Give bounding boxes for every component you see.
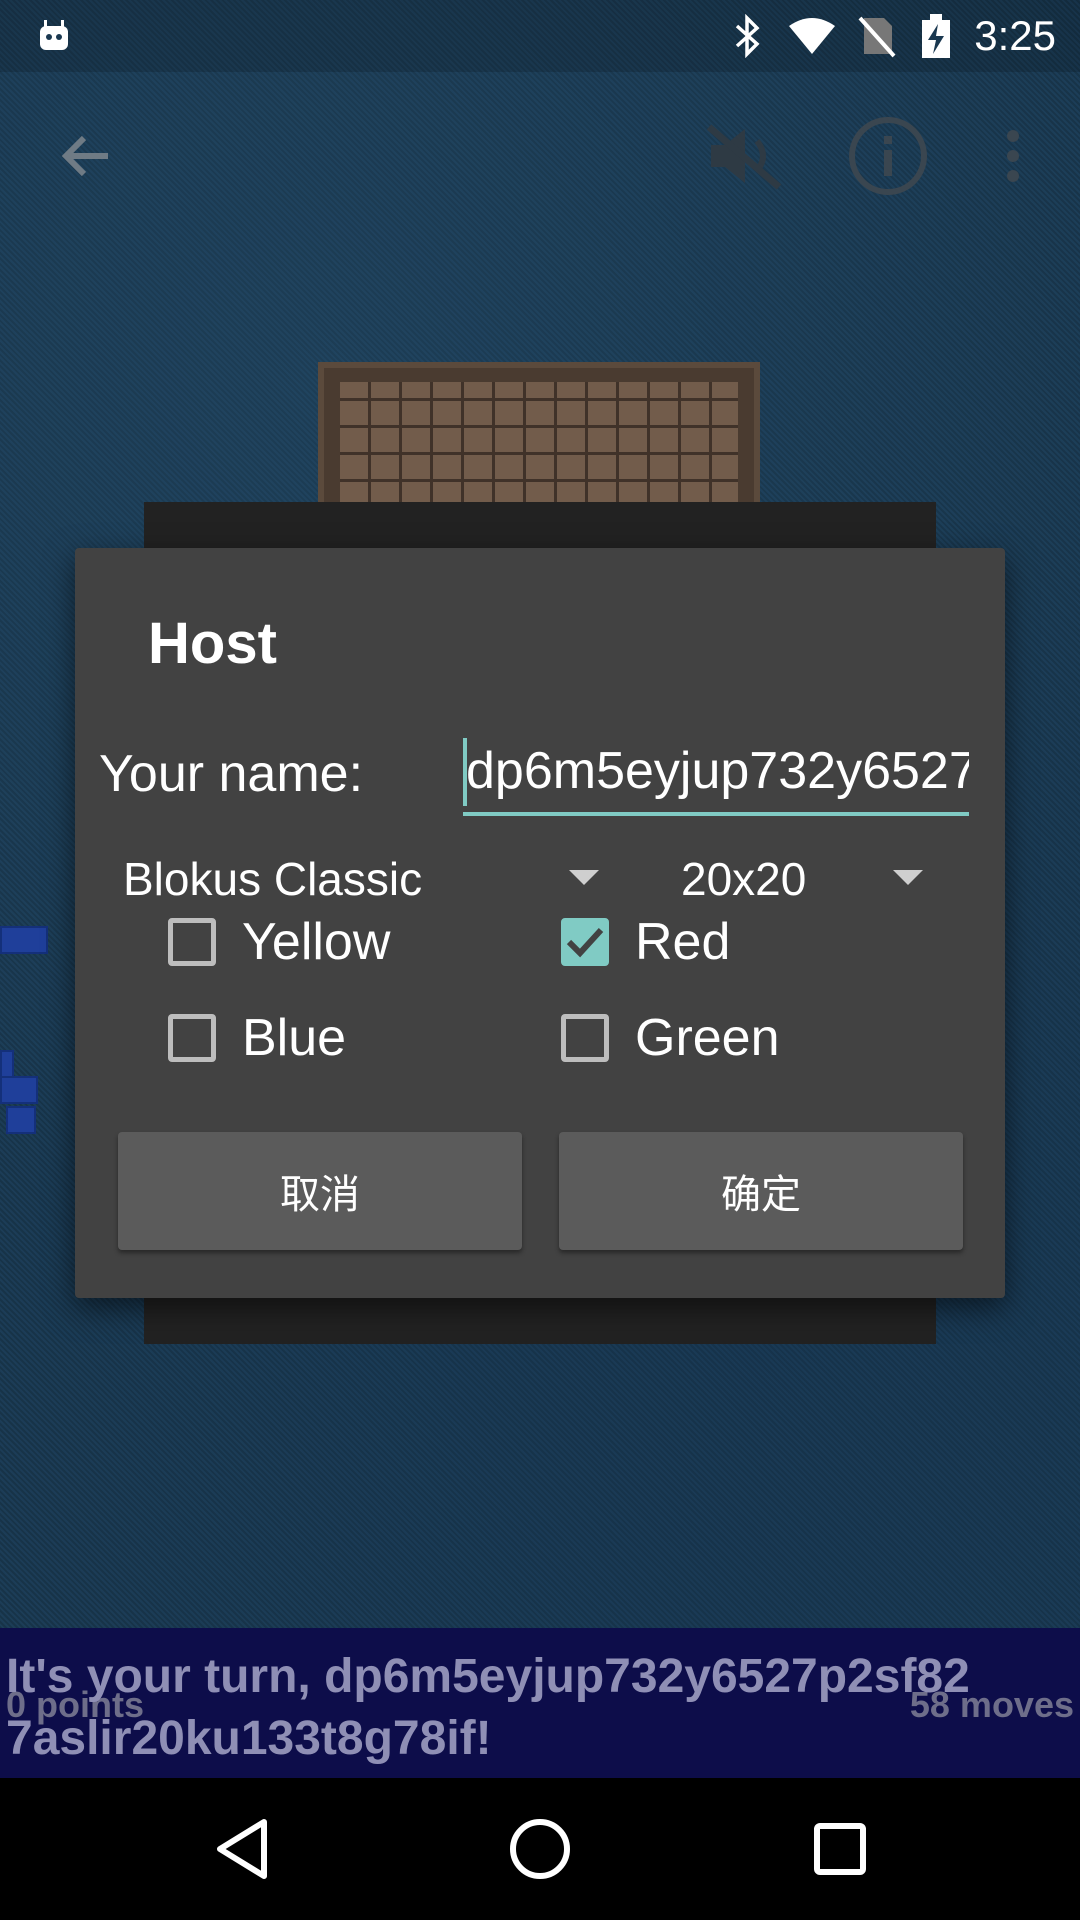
game-board — [318, 362, 760, 512]
blue-piece — [0, 1076, 38, 1104]
board-size-value: 20x20 — [681, 853, 807, 905]
volume-muted-icon[interactable] — [700, 114, 790, 198]
checkbox-yellow[interactable]: Yellow — [168, 912, 390, 972]
blue-piece — [0, 926, 48, 954]
android-icon — [30, 0, 78, 72]
checkbox-label: Green — [635, 1009, 780, 1067]
no-sim-icon — [852, 0, 900, 72]
checkbox-green[interactable]: Green — [561, 1008, 780, 1068]
game-type-value: Blokus Classic — [123, 853, 423, 905]
info-icon[interactable] — [846, 114, 930, 198]
blue-piece — [6, 1106, 36, 1134]
name-label: Your name: — [99, 745, 364, 803]
bluetooth-icon — [726, 0, 770, 72]
dialog-title: Host — [148, 611, 277, 676]
name-input-value: dp6m5eyjup732y6527p2sf827aslir20ku133t8g… — [466, 742, 969, 800]
action-bar — [0, 72, 1080, 240]
home-circle-icon[interactable] — [480, 1778, 600, 1920]
back-arrow-icon[interactable] — [44, 114, 128, 198]
overflow-menu-icon[interactable] — [990, 114, 1036, 198]
game-type-spinner[interactable]: Blokus Classic — [123, 844, 553, 914]
checkbox-blue[interactable]: Blue — [168, 1008, 346, 1068]
back-triangle-icon[interactable] — [182, 1778, 302, 1920]
game-type-dropdown-icon[interactable] — [569, 870, 599, 885]
turn-message: It's your turn, dp6m5eyjup732y6527p2sf82… — [6, 1650, 970, 1765]
status-bar: 3:25 — [0, 0, 1080, 72]
checkbox-label: Blue — [242, 1009, 347, 1067]
battery-charging-icon — [914, 0, 958, 72]
cancel-button[interactable]: 取消 — [118, 1132, 522, 1250]
checkbox-box[interactable] — [168, 918, 216, 966]
checkbox-red[interactable]: Red — [561, 912, 730, 972]
checkbox-box[interactable] — [168, 1014, 216, 1062]
text-cursor — [463, 738, 467, 806]
checkbox-box[interactable] — [561, 1014, 609, 1062]
check-icon — [566, 927, 604, 958]
checkbox-label: Yellow — [242, 913, 391, 971]
checkbox-box[interactable] — [561, 918, 609, 966]
name-input[interactable]: dp6m5eyjup732y6527p2sf827aslir20ku133t8g… — [463, 730, 969, 816]
host-dialog: Host Your name: dp6m5eyjup732y6527p2sf82… — [75, 548, 1005, 1298]
turn-status-bar: 0 points 58 moves It's your turn, dp6m5e… — [0, 1628, 1080, 1778]
wifi-icon — [784, 0, 840, 72]
navigation-bar — [0, 1778, 1080, 1920]
status-time: 3:25 — [974, 12, 1056, 59]
board-size-dropdown-icon[interactable] — [893, 870, 923, 885]
ok-button[interactable]: 确定 — [559, 1132, 963, 1250]
checkbox-label: Red — [635, 913, 731, 971]
recents-square-icon[interactable] — [780, 1778, 900, 1920]
